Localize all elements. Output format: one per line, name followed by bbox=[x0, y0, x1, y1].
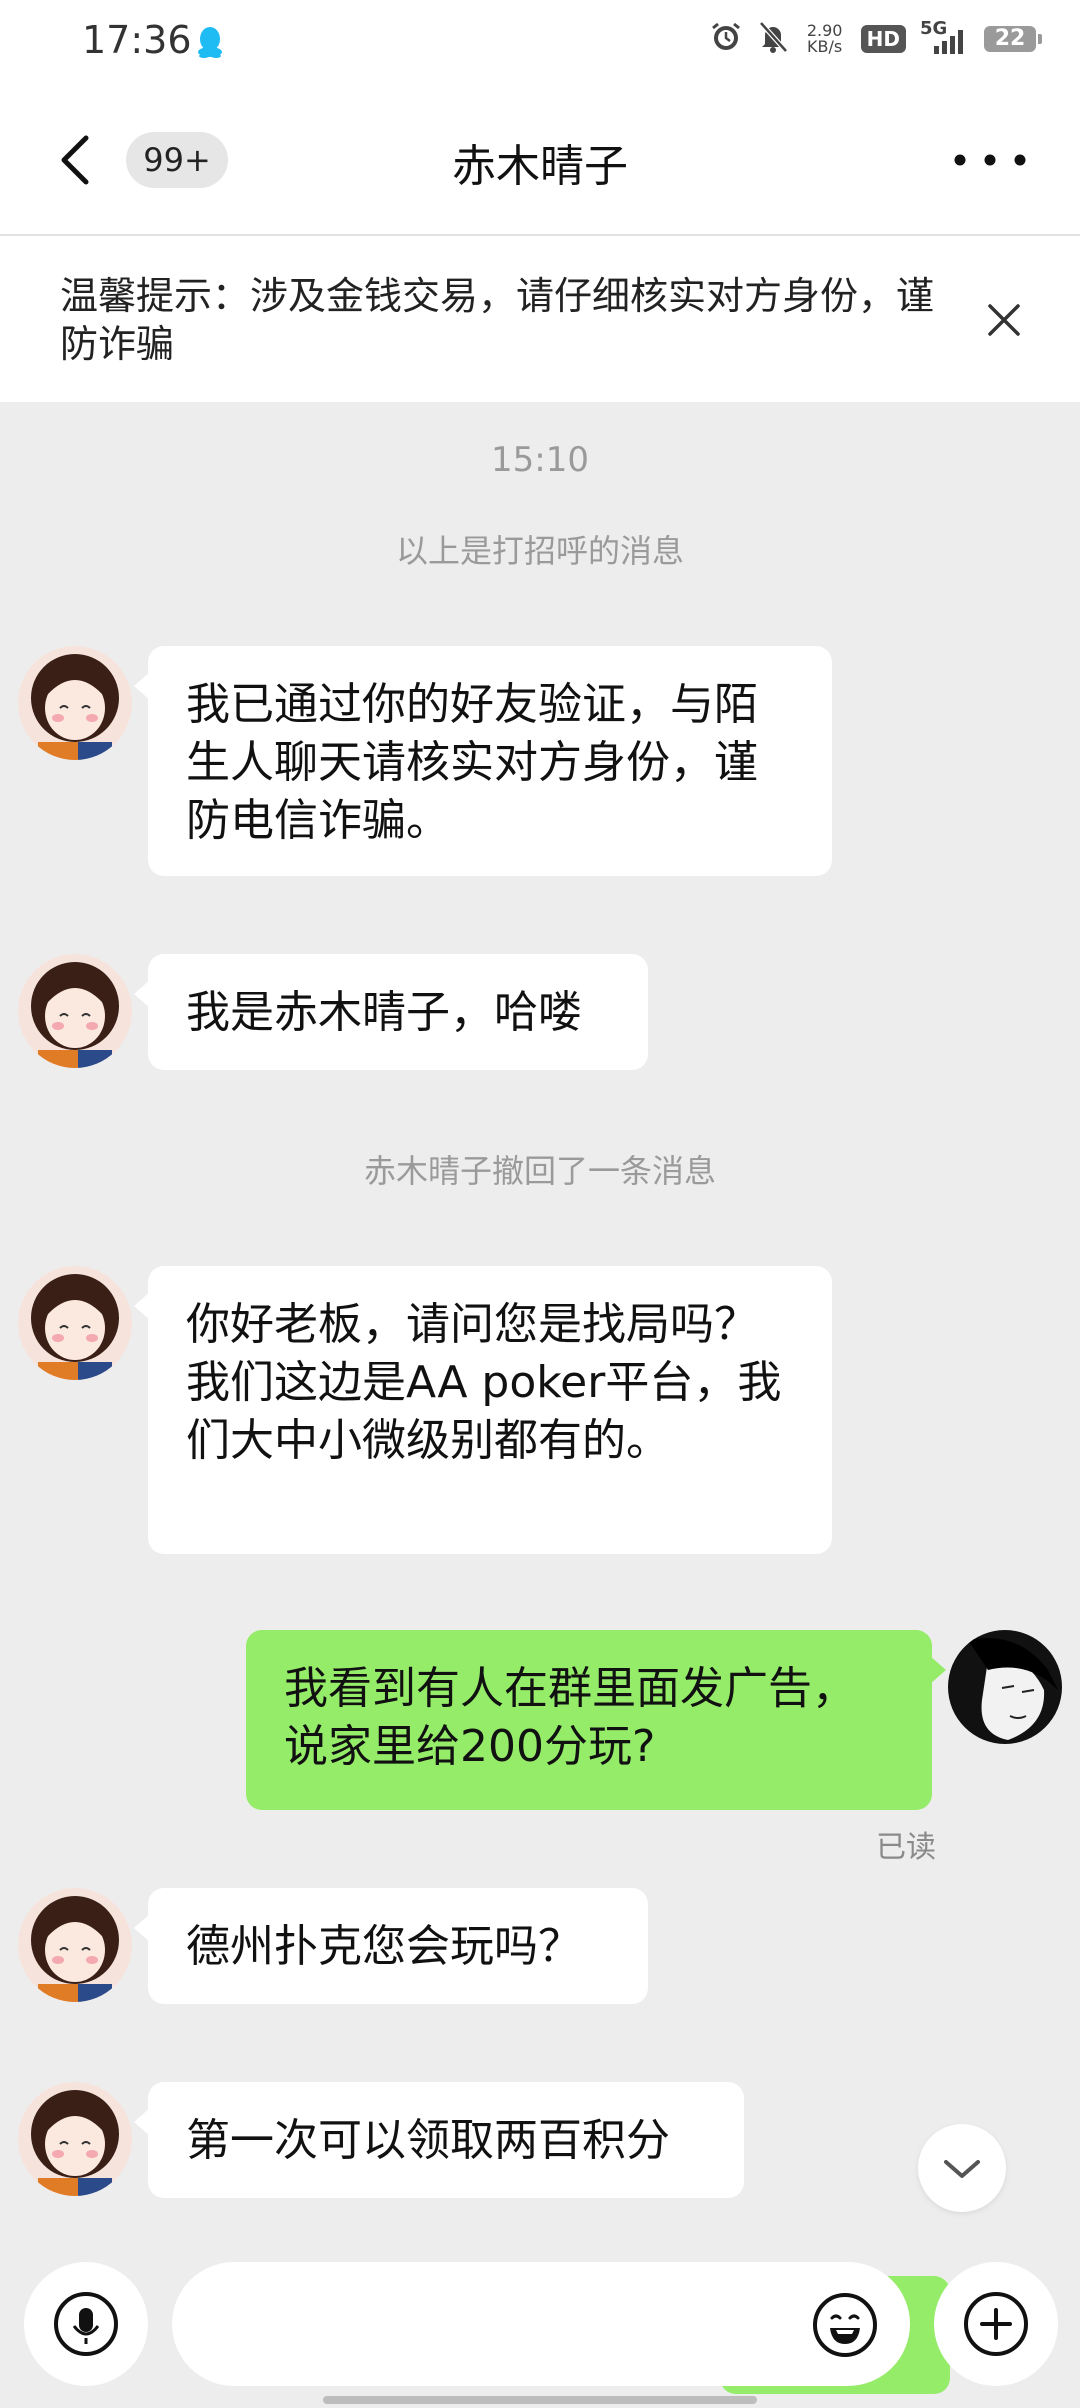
recall-note: 赤木晴子撤回了一条消息 bbox=[363, 1152, 716, 1190]
unread-count-badge[interactable]: 99+ bbox=[126, 132, 228, 188]
chat-header: 99+ 赤木晴子 bbox=[0, 90, 1080, 236]
signal-icon: 5G bbox=[920, 18, 970, 56]
message-input[interactable] bbox=[172, 2262, 910, 2386]
scroll-down-button[interactable] bbox=[918, 2124, 1006, 2212]
greeting-note: 以上是打招呼的消息 bbox=[395, 532, 684, 570]
plus-icon bbox=[964, 2292, 1028, 2356]
emoji-icon bbox=[813, 2293, 877, 2357]
emoji-button[interactable] bbox=[810, 2290, 880, 2360]
hd-badge: HD bbox=[860, 25, 906, 53]
status-bar: 17:36 2.90 KB/s HD 5G 22 bbox=[0, 0, 1080, 90]
mute-bell-icon bbox=[757, 20, 789, 58]
scroll-down-chevron-icon bbox=[944, 2160, 980, 2178]
safety-tip-text: 温馨提示：涉及金钱交易，请仔细核实对方身份，谨防诈骗 bbox=[60, 274, 935, 366]
avatar[interactable] bbox=[18, 2082, 132, 2196]
message-bubble-sent[interactable]: 我看到有人在群里面发广告，说家里给200分玩? bbox=[246, 1630, 946, 1810]
avatar[interactable] bbox=[18, 646, 132, 760]
more-dots-icon[interactable] bbox=[942, 140, 1038, 180]
message-bubble[interactable]: 我是赤木晴子，哈喽 bbox=[134, 954, 648, 1070]
microphone-icon bbox=[54, 2292, 118, 2356]
chevron-left-icon[interactable] bbox=[56, 134, 96, 186]
avatar[interactable] bbox=[18, 1266, 132, 1380]
network-speed: 2.90 KB/s bbox=[803, 23, 847, 55]
avatar[interactable] bbox=[18, 954, 132, 1068]
chat-timestamp: 15:10 bbox=[491, 440, 589, 480]
battery-indicator: 22 bbox=[984, 26, 1042, 52]
safety-tip-banner: 温馨提示：涉及金钱交易，请仔细核实对方身份，谨防诈骗 bbox=[0, 236, 1080, 402]
close-icon[interactable] bbox=[982, 298, 1026, 342]
status-icons: 2.90 KB/s HD 5G 22 bbox=[709, 18, 1042, 58]
alarm-icon bbox=[709, 20, 743, 58]
message-bubble[interactable]: 第一次可以领取两百积分 bbox=[134, 2082, 744, 2198]
home-indicator bbox=[323, 2396, 757, 2404]
status-time: 17:36 bbox=[82, 18, 192, 62]
voice-button[interactable] bbox=[24, 2262, 148, 2386]
avatar-self[interactable] bbox=[948, 1630, 1062, 1744]
message-bubble[interactable]: 德州扑克您会玩吗？ bbox=[134, 1888, 648, 2004]
network-speed-unit: KB/s bbox=[807, 37, 843, 56]
message-bubble[interactable]: 我已通过你的好友验证，与陌生人聊天请核实对方身份，谨防电信诈骗。 bbox=[134, 646, 832, 876]
more-actions-button[interactable] bbox=[934, 2262, 1058, 2386]
message-bubble[interactable]: 你好老板，请问您是找局吗？我们这边是AA poker平台，我们大中小微级别都有的… bbox=[134, 1266, 832, 1554]
qq-penguin-icon bbox=[196, 26, 224, 62]
read-status: 已读 bbox=[876, 1830, 936, 1865]
avatar[interactable] bbox=[18, 1888, 132, 2002]
